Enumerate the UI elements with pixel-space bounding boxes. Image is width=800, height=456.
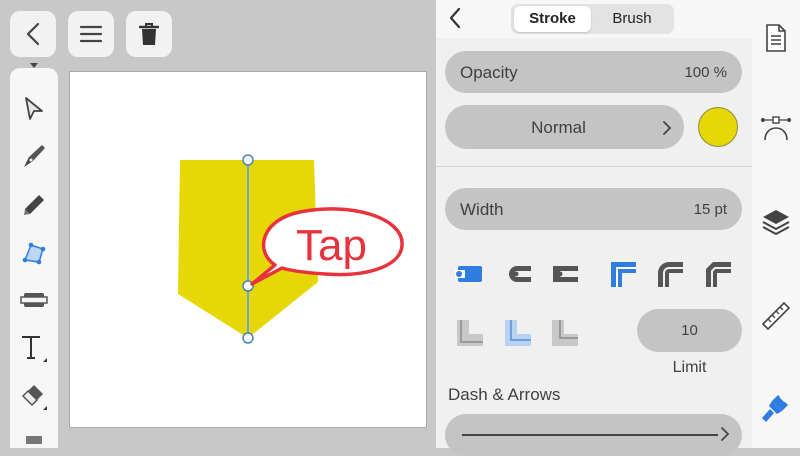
pencil-tool[interactable] bbox=[10, 185, 58, 225]
section-divider bbox=[436, 166, 752, 167]
chevron-left-icon bbox=[26, 22, 40, 46]
blend-mode-selector[interactable]: Normal bbox=[445, 105, 684, 149]
partial-tool-icon bbox=[26, 436, 42, 444]
selection-tool[interactable] bbox=[10, 89, 58, 129]
measure-tab[interactable] bbox=[756, 296, 796, 336]
chevron-right-icon bbox=[721, 427, 730, 441]
anchor-point-top bbox=[242, 154, 254, 166]
width-slider[interactable]: Width 15 pt bbox=[445, 188, 742, 230]
tab-brush[interactable]: Brush bbox=[593, 6, 671, 32]
miter-limit-label: Limit bbox=[672, 359, 707, 376]
tab-stroke[interactable]: Stroke bbox=[514, 6, 591, 32]
shape-tool[interactable] bbox=[10, 280, 58, 320]
hamburger-menu-icon bbox=[79, 25, 103, 43]
eraser-icon bbox=[21, 385, 47, 410]
stroke-color-swatch[interactable] bbox=[698, 107, 738, 147]
miter-limit-value: 10 bbox=[681, 322, 698, 339]
node-edit-icon bbox=[22, 242, 46, 265]
delete-button[interactable] bbox=[126, 11, 172, 57]
rounded-rect-icon bbox=[20, 293, 48, 307]
layers-icon bbox=[762, 210, 790, 236]
anchor-point-bottom bbox=[242, 332, 254, 344]
trash-icon bbox=[139, 23, 159, 45]
width-label: Width bbox=[460, 200, 504, 219]
stroke-align-outside-button[interactable] bbox=[550, 318, 580, 348]
style-tab[interactable] bbox=[756, 388, 796, 428]
inspector-sidebar bbox=[752, 0, 800, 448]
paint-brush-icon bbox=[762, 395, 788, 422]
path-tab[interactable] bbox=[756, 108, 796, 148]
stroke-align-inside-button[interactable] bbox=[455, 318, 485, 348]
round-cap-button[interactable] bbox=[503, 259, 533, 289]
pen-nib-icon bbox=[24, 145, 45, 167]
miter-limit-field[interactable]: 10 bbox=[637, 309, 742, 352]
shape-builder-tool[interactable] bbox=[10, 233, 58, 273]
text-t-icon bbox=[22, 336, 47, 362]
chevron-right-icon bbox=[663, 121, 672, 135]
panel-back-button[interactable] bbox=[448, 7, 462, 34]
bevel-join-button[interactable] bbox=[703, 259, 733, 289]
square-cap-button[interactable] bbox=[550, 259, 580, 289]
layers-tab[interactable] bbox=[756, 202, 796, 242]
eraser-tool[interactable] bbox=[10, 376, 58, 416]
bezier-curve-icon bbox=[761, 116, 791, 141]
document-icon bbox=[766, 24, 786, 52]
pen-tool[interactable] bbox=[10, 136, 58, 176]
more-tools[interactable] bbox=[10, 420, 58, 448]
tools-sidebar bbox=[10, 63, 58, 448]
document-tab[interactable] bbox=[756, 18, 796, 58]
tool-scroll-indicator bbox=[10, 58, 58, 74]
miter-join-button[interactable] bbox=[608, 259, 638, 289]
butt-cap-button[interactable] bbox=[455, 259, 485, 289]
opacity-value: 100 % bbox=[684, 64, 727, 81]
text-tool[interactable] bbox=[10, 328, 58, 368]
callout-text: Tap bbox=[296, 221, 367, 270]
width-value: 15 pt bbox=[693, 201, 727, 218]
blend-mode-label: Normal bbox=[531, 118, 586, 137]
menu-button[interactable] bbox=[68, 11, 114, 57]
stroke-align-center-button[interactable] bbox=[503, 318, 533, 348]
opacity-label: Opacity bbox=[460, 63, 518, 82]
canvas-artwork: Tap bbox=[178, 154, 404, 344]
dash-arrows-heading: Dash & Arrows bbox=[448, 385, 561, 404]
drawing-canvas[interactable]: Tap bbox=[69, 71, 427, 428]
arrow-select-icon bbox=[25, 97, 43, 120]
round-join-button[interactable] bbox=[655, 259, 685, 289]
opacity-slider[interactable]: Opacity 100 % bbox=[445, 51, 742, 93]
pencil-icon bbox=[24, 195, 44, 215]
dash-arrows-selector[interactable] bbox=[445, 414, 742, 456]
dash-preview-line bbox=[462, 434, 718, 436]
stroke-brush-segmented-control: Stroke Brush bbox=[511, 4, 674, 34]
chevron-left-icon bbox=[449, 7, 461, 29]
back-button[interactable] bbox=[10, 11, 56, 57]
ruler-icon bbox=[761, 301, 791, 331]
